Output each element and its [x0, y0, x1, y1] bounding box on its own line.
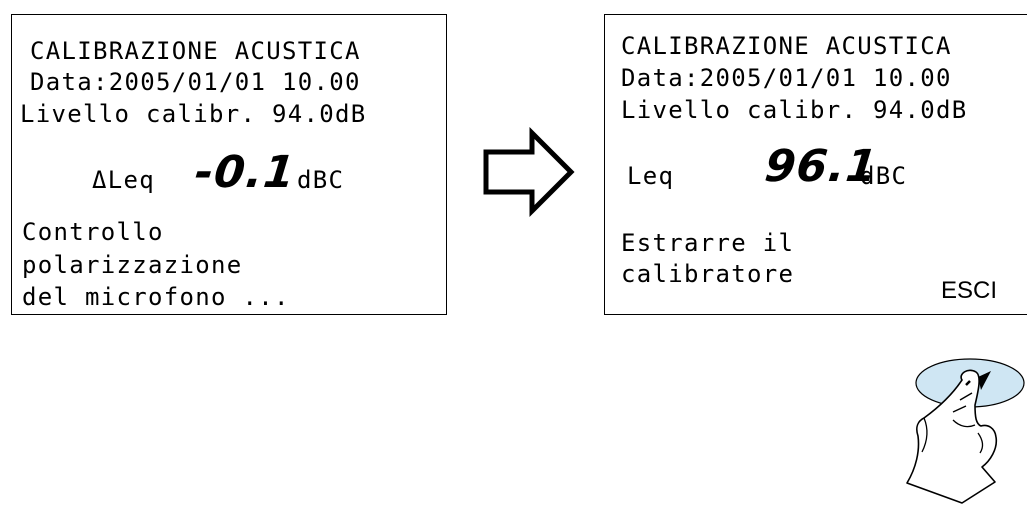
diagram-graphics	[483, 126, 1025, 504]
right-arrow-icon	[483, 126, 575, 218]
finger-press-icon[interactable]	[906, 358, 1025, 504]
